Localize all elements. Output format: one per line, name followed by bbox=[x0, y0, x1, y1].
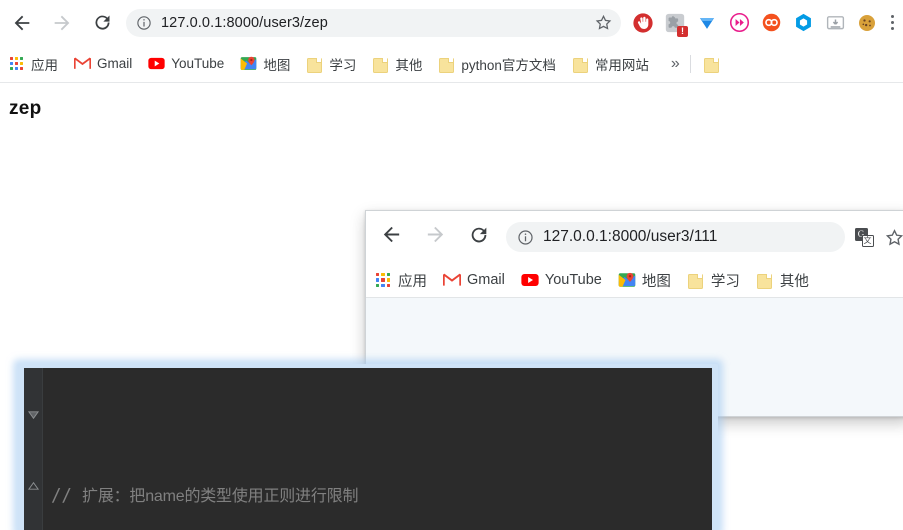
inner-bookmark-item-gmail[interactable]: Gmail bbox=[436, 267, 512, 293]
inner-address-bar-url[interactable]: 127.0.0.1:8000/user3/111 bbox=[543, 228, 837, 246]
folder-icon bbox=[438, 55, 455, 73]
inner-reload-button[interactable] bbox=[460, 218, 498, 256]
bookmark-folder-qita[interactable]: 其他 bbox=[365, 51, 429, 77]
download-folder-icon[interactable] bbox=[821, 9, 849, 37]
menu-dot bbox=[890, 21, 894, 24]
cookie-icon[interactable] bbox=[853, 9, 881, 37]
arrow-right-icon bbox=[424, 223, 447, 251]
menu-dot bbox=[890, 15, 894, 19]
diamond-icon[interactable] bbox=[693, 9, 721, 37]
folder-icon bbox=[756, 271, 774, 289]
address-bar[interactable]: 127.0.0.1:8000/user3/zep bbox=[126, 8, 621, 37]
inner-bookmark-folder-xuexi[interactable]: 学习 bbox=[680, 267, 747, 293]
inner-browser-toolbar: 127.0.0.1:8000/user3/111 G 文 bbox=[366, 211, 903, 263]
bookmark-label: 其他 bbox=[395, 57, 423, 73]
bookmark-star-icon[interactable] bbox=[594, 13, 613, 32]
folder-icon bbox=[687, 271, 705, 289]
site-info-icon[interactable] bbox=[517, 229, 534, 246]
google-maps-icon bbox=[240, 55, 257, 72]
inner-bookmark-star-icon[interactable] bbox=[879, 222, 903, 252]
arrow-right-icon bbox=[51, 12, 73, 34]
bookmark-label: 地图 bbox=[641, 273, 671, 290]
bookmark-label: YouTube bbox=[544, 272, 602, 288]
reload-icon bbox=[92, 12, 113, 33]
site-info-icon[interactable] bbox=[136, 15, 152, 31]
bookmark-label: 地图 bbox=[263, 57, 291, 73]
three-dot-menu-icon[interactable] bbox=[883, 9, 901, 37]
back-button[interactable] bbox=[4, 5, 40, 41]
code-lines[interactable]: // 扩展：把name的类型使用正则进行限制 Route::get('user3… bbox=[43, 368, 712, 530]
bookmark-item-youtube[interactable]: YouTube bbox=[141, 51, 231, 77]
fold-collapse-arrow-icon[interactable] bbox=[27, 409, 40, 422]
editor-gutter[interactable] bbox=[24, 368, 43, 530]
bookmark-label: 应用 bbox=[31, 57, 58, 73]
inner-bookmarks-bar: 应用 Gmail YouTube 地图 学习 其他 bbox=[366, 263, 903, 298]
bookmark-label: 应用 bbox=[398, 273, 427, 290]
bookmark-label: 其他 bbox=[779, 273, 809, 290]
inner-back-button[interactable] bbox=[372, 218, 410, 256]
inner-bookmark-item-youtube[interactable]: YouTube bbox=[514, 267, 609, 293]
bookmark-label: 学习 bbox=[710, 273, 740, 290]
bookmarks-bar: 应用 Gmail YouTube 地图 学习 其他 python官方文档 常用网… bbox=[0, 45, 903, 83]
bookmark-item-apps[interactable]: 应用 bbox=[1, 51, 65, 77]
browser-toolbar: 127.0.0.1:8000/user3/zep ! bbox=[0, 0, 903, 45]
gmail-icon bbox=[443, 271, 461, 289]
bookmark-label: 常用网站 bbox=[594, 57, 649, 73]
bookmark-label: Gmail bbox=[97, 56, 133, 71]
inner-bookmark-folder-qita[interactable]: 其他 bbox=[749, 267, 816, 293]
folder-icon bbox=[306, 55, 323, 73]
address-bar-url[interactable]: 127.0.0.1:8000/user3/zep bbox=[161, 15, 588, 31]
youtube-icon bbox=[148, 55, 165, 72]
code-token-comment-slashes: // bbox=[51, 486, 83, 506]
page-body-text: zep bbox=[9, 98, 42, 119]
extension-puzzle-warning-icon[interactable]: ! bbox=[661, 9, 689, 37]
fast-forward-circle-icon[interactable] bbox=[725, 9, 753, 37]
infinity-icon[interactable] bbox=[757, 9, 785, 37]
translate-glyph-cjk: 文 bbox=[861, 234, 874, 247]
youtube-icon bbox=[521, 271, 539, 289]
menu-dot bbox=[890, 26, 894, 30]
bookmarks-overflow-button[interactable]: » bbox=[665, 55, 686, 73]
code-editor-snippet[interactable]: // 扩展：把name的类型使用正则进行限制 Route::get('user3… bbox=[18, 364, 718, 530]
adblock-stop-icon[interactable] bbox=[629, 9, 657, 37]
bookmark-item-gmail[interactable]: Gmail bbox=[67, 51, 139, 77]
forward-button[interactable] bbox=[44, 5, 80, 41]
hexagon-icon[interactable] bbox=[789, 9, 817, 37]
bookmark-label: 学习 bbox=[329, 57, 357, 73]
extension-warning-badge: ! bbox=[677, 25, 688, 37]
inner-bookmark-item-apps[interactable]: 应用 bbox=[367, 267, 434, 293]
reload-button[interactable] bbox=[84, 5, 120, 41]
code-token-comment-cjk: 扩展：把name的类型使用正则进行限制 bbox=[82, 488, 359, 505]
bookmark-label: python官方文档 bbox=[461, 57, 556, 73]
bookmark-label: Gmail bbox=[467, 272, 505, 288]
bookmark-label: YouTube bbox=[171, 56, 225, 71]
folder-icon bbox=[372, 55, 389, 73]
inner-bookmark-item-maps[interactable]: 地图 bbox=[611, 267, 678, 293]
bookmark-folder-trailing[interactable] bbox=[696, 51, 733, 77]
folder-icon bbox=[572, 55, 589, 73]
bookmark-folder-xuexi[interactable]: 学习 bbox=[299, 51, 363, 77]
bookmarks-divider bbox=[689, 54, 691, 73]
google-maps-icon bbox=[618, 271, 636, 289]
folder-icon bbox=[703, 55, 720, 73]
bookmark-folder-common-sites[interactable]: 常用网站 bbox=[565, 51, 656, 77]
inner-address-bar[interactable]: 127.0.0.1:8000/user3/111 bbox=[506, 222, 845, 252]
apps-grid-icon bbox=[374, 271, 392, 289]
arrow-left-icon bbox=[380, 223, 403, 251]
translate-icon[interactable]: G 文 bbox=[849, 222, 879, 252]
code-editor[interactable]: // 扩展：把name的类型使用正则进行限制 Route::get('user3… bbox=[24, 368, 712, 530]
screenshot-root: 127.0.0.1:8000/user3/zep ! 应用 Gmail YouT… bbox=[0, 0, 903, 530]
gmail-icon bbox=[74, 55, 91, 72]
inner-forward-button[interactable] bbox=[416, 218, 454, 256]
code-line: // 扩展：把name的类型使用正则进行限制 bbox=[51, 479, 712, 514]
extensions-tray: ! bbox=[627, 9, 903, 37]
bookmark-folder-python-docs[interactable]: python官方文档 bbox=[431, 51, 563, 77]
apps-grid-icon bbox=[8, 55, 25, 72]
reload-icon bbox=[468, 224, 490, 251]
fold-end-bracket-icon[interactable] bbox=[27, 479, 40, 492]
arrow-left-icon bbox=[11, 12, 33, 34]
bookmark-item-maps[interactable]: 地图 bbox=[233, 51, 297, 77]
